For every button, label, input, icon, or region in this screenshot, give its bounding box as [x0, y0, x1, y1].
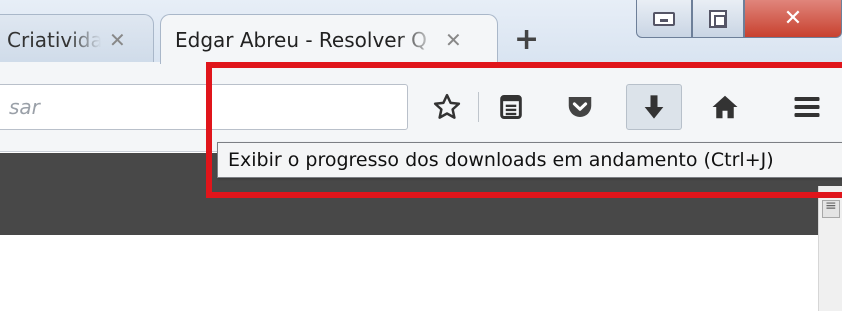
home-button[interactable] [702, 84, 748, 130]
pocket-icon [568, 97, 592, 117]
tab-strip: Criatividade ✕ Edgar Abreu - Resolver Q … [0, 0, 842, 64]
star-icon [433, 93, 461, 119]
tab-edgar-abreu[interactable]: Edgar Abreu - Resolver Q ✕ [160, 14, 498, 64]
minimize-button[interactable] [636, 0, 692, 38]
downloads-tooltip: Exibir o progresso dos downloads em anda… [217, 142, 842, 178]
scrollbar-thumb[interactable] [822, 198, 840, 218]
tab-title: Edgar Abreu - Resolver Q [175, 27, 427, 52]
tab-criatividade[interactable]: Criatividade ✕ [0, 14, 154, 64]
pocket-button[interactable] [557, 84, 603, 130]
download-arrow-icon [644, 95, 664, 119]
tab-title: Criatividade [7, 27, 101, 52]
close-window-button[interactable]: ✕ [744, 0, 842, 38]
maximize-button[interactable] [692, 0, 744, 38]
restore-icon [709, 9, 727, 28]
reading-list-button[interactable] [488, 84, 534, 130]
menu-button[interactable] [784, 84, 830, 130]
bookmark-button[interactable] [424, 84, 470, 130]
tooltip-text: Exibir o progresso dos downloads em anda… [228, 149, 774, 171]
reader-icon [500, 95, 522, 119]
downloads-button[interactable] [626, 84, 682, 130]
minimize-icon [653, 11, 675, 26]
hamburger-icon [794, 97, 820, 117]
new-tab-button[interactable]: + [514, 22, 539, 57]
search-placeholder: sar [9, 95, 40, 119]
search-input[interactable]: sar [0, 84, 408, 130]
toolbar-separator [478, 92, 479, 122]
navigation-toolbar: sar [0, 62, 842, 152]
page-scrollbar[interactable] [818, 186, 842, 311]
tab-close-icon[interactable]: ✕ [109, 28, 126, 52]
close-icon: ✕ [783, 6, 803, 31]
browser-window: Criatividade ✕ Edgar Abreu - Resolver Q … [0, 0, 842, 311]
tab-close-icon[interactable]: ✕ [445, 28, 462, 52]
home-icon [712, 95, 738, 119]
